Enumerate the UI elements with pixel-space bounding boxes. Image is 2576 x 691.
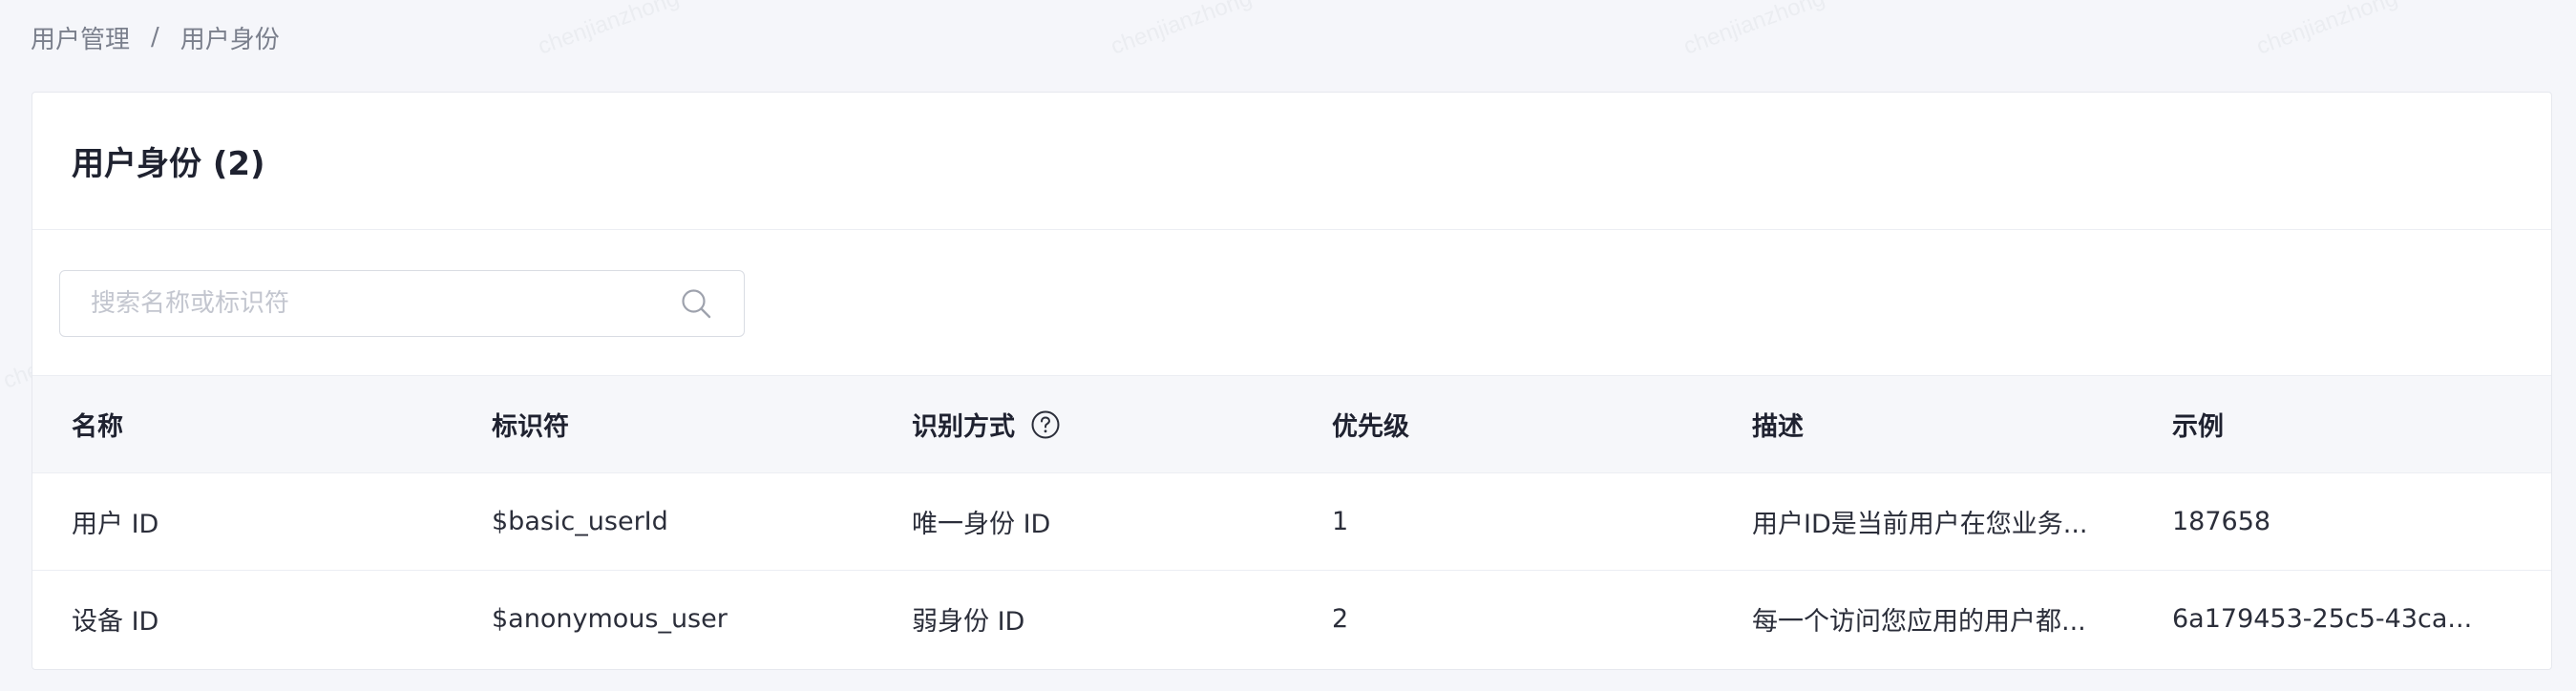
column-header-method-label: 识别方式 [912, 412, 1015, 442]
search-box [59, 270, 745, 337]
cell-name: 设备 ID [72, 607, 159, 638]
user-identity-card: 用户身份 (2) 名称 标识符 识别方式 [32, 92, 2552, 670]
cell-example: 6a179453-25c5-43ca... [2172, 604, 2473, 635]
page-title: 用户身份 (2) [72, 145, 265, 183]
search-icon[interactable] [677, 284, 715, 323]
search-area [32, 230, 2551, 375]
search-input[interactable] [60, 270, 677, 337]
cell-method: 弱身份 ID [912, 607, 1025, 638]
cell-priority: 2 [1332, 604, 1349, 635]
watermark: chenjianzhong [1679, 0, 1828, 60]
column-header-identifier: 标识符 [453, 375, 873, 473]
cell-identifier: $anonymous_user [492, 604, 728, 635]
help-icon[interactable] [1030, 409, 1061, 440]
cell-example: 187658 [2172, 507, 2271, 536]
breadcrumb: 用户管理 / 用户身份 [31, 20, 280, 55]
column-header-description: 描述 [1713, 375, 2133, 473]
watermark: chenjianzhong [534, 0, 683, 60]
cell-method: 唯一身份 ID [912, 510, 1051, 539]
column-header-name: 名称 [32, 375, 453, 473]
watermark: chenjianzhong [1107, 0, 1256, 60]
watermark: chenjianzhong [2252, 0, 2401, 60]
cell-name: 用户 ID [72, 510, 159, 539]
column-header-priority: 优先级 [1293, 375, 1713, 473]
breadcrumb-separator: / [151, 23, 159, 52]
column-header-method: 识别方式 [873, 375, 1293, 473]
cell-priority: 1 [1332, 507, 1349, 536]
column-header-example: 示例 [2133, 375, 2551, 473]
table-row[interactable]: 设备 ID $anonymous_user 弱身份 ID 2 每一个访问您应用的… [32, 571, 2551, 668]
breadcrumb-item-current: 用户身份 [179, 25, 280, 54]
card-header: 用户身份 (2) [32, 93, 2551, 230]
table-header-row: 名称 标识符 识别方式 优先级 描述 示例 [32, 375, 2551, 473]
cell-description: 用户ID是当前用户在您业务... [1752, 510, 2088, 539]
cell-description: 每一个访问您应用的用户都... [1752, 607, 2086, 638]
cell-identifier: $basic_userId [492, 507, 668, 536]
breadcrumb-item-user-management[interactable]: 用户管理 [31, 20, 130, 55]
identity-table: 名称 标识符 识别方式 优先级 描述 示例 用户 ID $basic_userI… [32, 375, 2551, 668]
table-row[interactable]: 用户 ID $basic_userId 唯一身份 ID 1 用户ID是当前用户在… [32, 473, 2551, 571]
